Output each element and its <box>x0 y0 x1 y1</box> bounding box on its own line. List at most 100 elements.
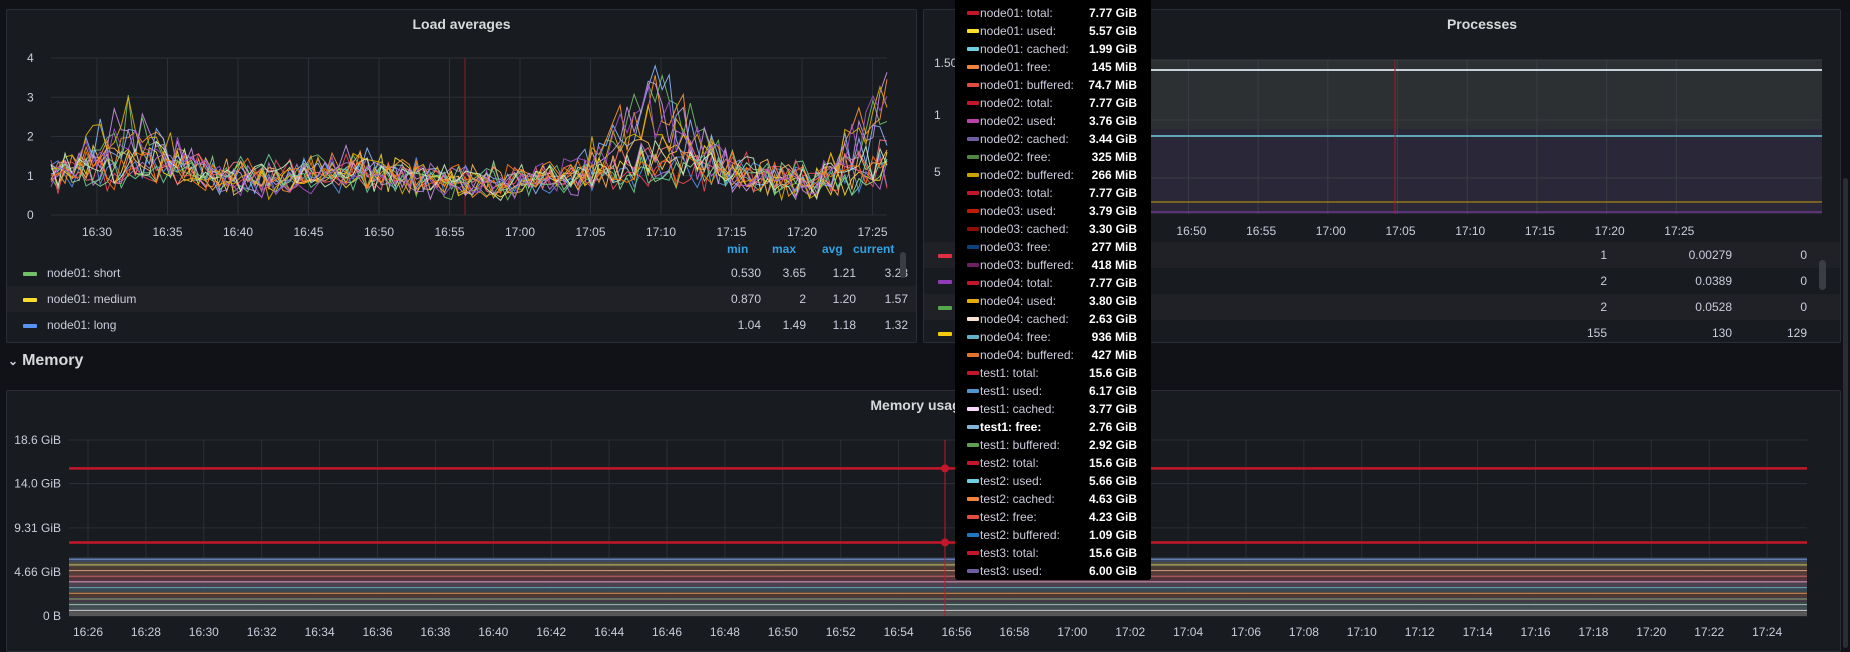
load-averages-chart[interactable]: 0 1 2 3 4 16:30 16:35 16:40 16:45 16:50 16:55 17:00… <box>7 10 917 240</box>
cell-min: 1.04 <box>737 318 761 332</box>
memory-usage-chart[interactable]: 0 B 4.66 GiB 9.31 GiB 14.0 GiB 18.6 GiB 16:26… <box>7 391 1841 652</box>
series-swatch <box>967 335 979 339</box>
cell-avg: 1.20 <box>832 292 856 306</box>
tooltip-row: test2: used: 5.66 GiB <box>955 472 1151 490</box>
tooltip-row: test1: cached: 3.77 GiB <box>955 400 1151 418</box>
x-tick-label: 17:12 <box>1405 625 1435 639</box>
cell-value: 0.0389 <box>1695 274 1732 288</box>
series-swatch <box>967 551 979 555</box>
series-swatch <box>967 569 979 573</box>
legend-header-min[interactable]: min <box>727 242 748 256</box>
x-tick-label: 17:00 <box>1057 625 1087 639</box>
chevron-down-icon: ⌄ <box>8 354 19 368</box>
series-swatch <box>23 298 37 302</box>
cell-value: 1 <box>1600 248 1607 262</box>
cell-avg: 1.21 <box>832 266 856 280</box>
x-tick-label: 16:40 <box>223 225 253 239</box>
tooltip-value: 74.7 MiB <box>1088 78 1137 92</box>
series-swatch <box>967 425 979 429</box>
cell-value: 155 <box>1586 326 1607 340</box>
tooltip-row: node03: total: 7.77 GiB <box>955 184 1151 202</box>
legend-header-max[interactable]: max <box>772 242 796 256</box>
tooltip-row: test2: buffered: 1.09 GiB <box>955 526 1151 544</box>
x-tick-label: 16:35 <box>153 225 183 239</box>
series-swatch <box>967 281 979 285</box>
memory-usage-panel: Memory usag 0 B 4.66 GiB 9.31 GiB 14.0 GiB 1… <box>6 390 1841 652</box>
series-swatch <box>23 272 37 276</box>
load-averages-panel: Load averages 0 1 2 3 4 16:30 16:35 16:40 16:45 1… <box>6 9 917 343</box>
tooltip-value: 1.09 GiB <box>1088 528 1137 542</box>
tooltip-label: node04: total: <box>980 276 1053 290</box>
x-tick-label: 17:00 <box>1316 224 1346 238</box>
series-name: node01: medium <box>47 292 137 306</box>
tooltip-row: node03: used: 3.79 GiB <box>955 202 1151 220</box>
legend-scrollbar[interactable] <box>1819 260 1826 290</box>
tooltip-row: node03: free: 277 MiB <box>955 238 1151 256</box>
tooltip-label: node02: used: <box>980 114 1057 128</box>
tooltip-label: node02: buffered: <box>980 168 1074 182</box>
legend-header-avg[interactable]: avg <box>822 242 843 256</box>
tooltip-value: 7.77 GiB <box>1088 6 1137 20</box>
cell-value: 0 <box>1800 274 1807 288</box>
x-tick-label: 16:30 <box>189 625 219 639</box>
x-tick-label: 16:28 <box>131 625 161 639</box>
tooltip-label: node02: total: <box>980 96 1053 110</box>
cell-value: 2 <box>1600 274 1607 288</box>
x-tick-label: 16:32 <box>247 625 277 639</box>
x-tick-label: 16:56 <box>942 625 972 639</box>
y-tick-label: 3 <box>27 90 34 104</box>
legend-scrollbar[interactable] <box>900 252 906 278</box>
tooltip-row: node03: cached: 3.30 GiB <box>955 220 1151 238</box>
series-name: node01: long <box>47 318 117 332</box>
series-swatch <box>967 317 979 321</box>
series-name: node01: short <box>47 266 121 280</box>
series-swatch <box>967 65 979 69</box>
series-swatch <box>967 209 979 213</box>
series-swatch <box>23 324 37 328</box>
x-tick-label: 16:44 <box>594 625 624 639</box>
tooltip-row: node01: used: 5.57 GiB <box>955 22 1151 40</box>
tooltip-value: 427 MiB <box>1091 348 1137 362</box>
tooltip-value: 15.6 GiB <box>1088 366 1137 380</box>
tooltip-row: node04: free: 936 MiB <box>955 328 1151 346</box>
tooltip-row: node02: cached: 3.44 GiB <box>955 130 1151 148</box>
x-tick-label: 16:26 <box>73 625 103 639</box>
x-tick-label: 16:55 <box>1246 224 1276 238</box>
tooltip-label: test2: total: <box>980 456 1039 470</box>
legend-row[interactable]: node01: short 0.530 3.65 1.21 3.28 <box>7 260 916 286</box>
tooltip-label: test2: free: <box>980 510 1037 524</box>
tooltip-label: node01: cached: <box>980 42 1069 56</box>
x-tick-label: 16:55 <box>435 225 465 239</box>
memory-row-header[interactable]: ⌄ Memory <box>8 352 83 370</box>
page-scrollbar[interactable] <box>1843 178 1848 648</box>
tooltip-label: node04: cached: <box>980 312 1069 326</box>
tooltip-label: test3: total: <box>980 546 1039 560</box>
tooltip-label: test1: total: <box>980 366 1039 380</box>
tooltip-row: test3: total: 15.6 GiB <box>955 544 1151 562</box>
series-swatch <box>967 191 979 195</box>
tooltip-row: test1: used: 6.17 GiB <box>955 382 1151 400</box>
series-swatch <box>967 227 979 231</box>
series-swatch <box>967 533 979 537</box>
tooltip-value: 5.57 GiB <box>1088 24 1137 38</box>
tooltip-row: test1: total: 15.6 GiB <box>955 364 1151 382</box>
tooltip-label: test1: buffered: <box>980 438 1060 452</box>
tooltip-label: node04: buffered: <box>980 348 1074 362</box>
area-band <box>69 572 1807 579</box>
x-tick-label: 16:46 <box>652 625 682 639</box>
tooltip-label: test1: free: <box>980 420 1042 434</box>
x-tick-label: 16:36 <box>363 625 393 639</box>
tooltip-value: 1.99 GiB <box>1088 42 1137 56</box>
tooltip-label: node03: free: <box>980 240 1051 254</box>
x-tick-label: 17:08 <box>1289 625 1319 639</box>
x-tick-label: 17:10 <box>646 225 676 239</box>
tooltip-value: 325 MiB <box>1091 150 1137 164</box>
y-tick-label: 0 <box>27 208 34 222</box>
legend-row[interactable]: node01: long 1.04 1.49 1.18 1.32 <box>7 312 916 338</box>
series-swatch <box>967 353 979 357</box>
legend-row[interactable]: node01: medium 0.870 2 1.20 1.57 <box>7 286 916 312</box>
legend-header-current[interactable]: current <box>853 242 894 256</box>
tooltip-label: node04: used: <box>980 294 1057 308</box>
tooltip-label: node03: used: <box>980 204 1057 218</box>
x-tick-label: 17:10 <box>1455 224 1485 238</box>
